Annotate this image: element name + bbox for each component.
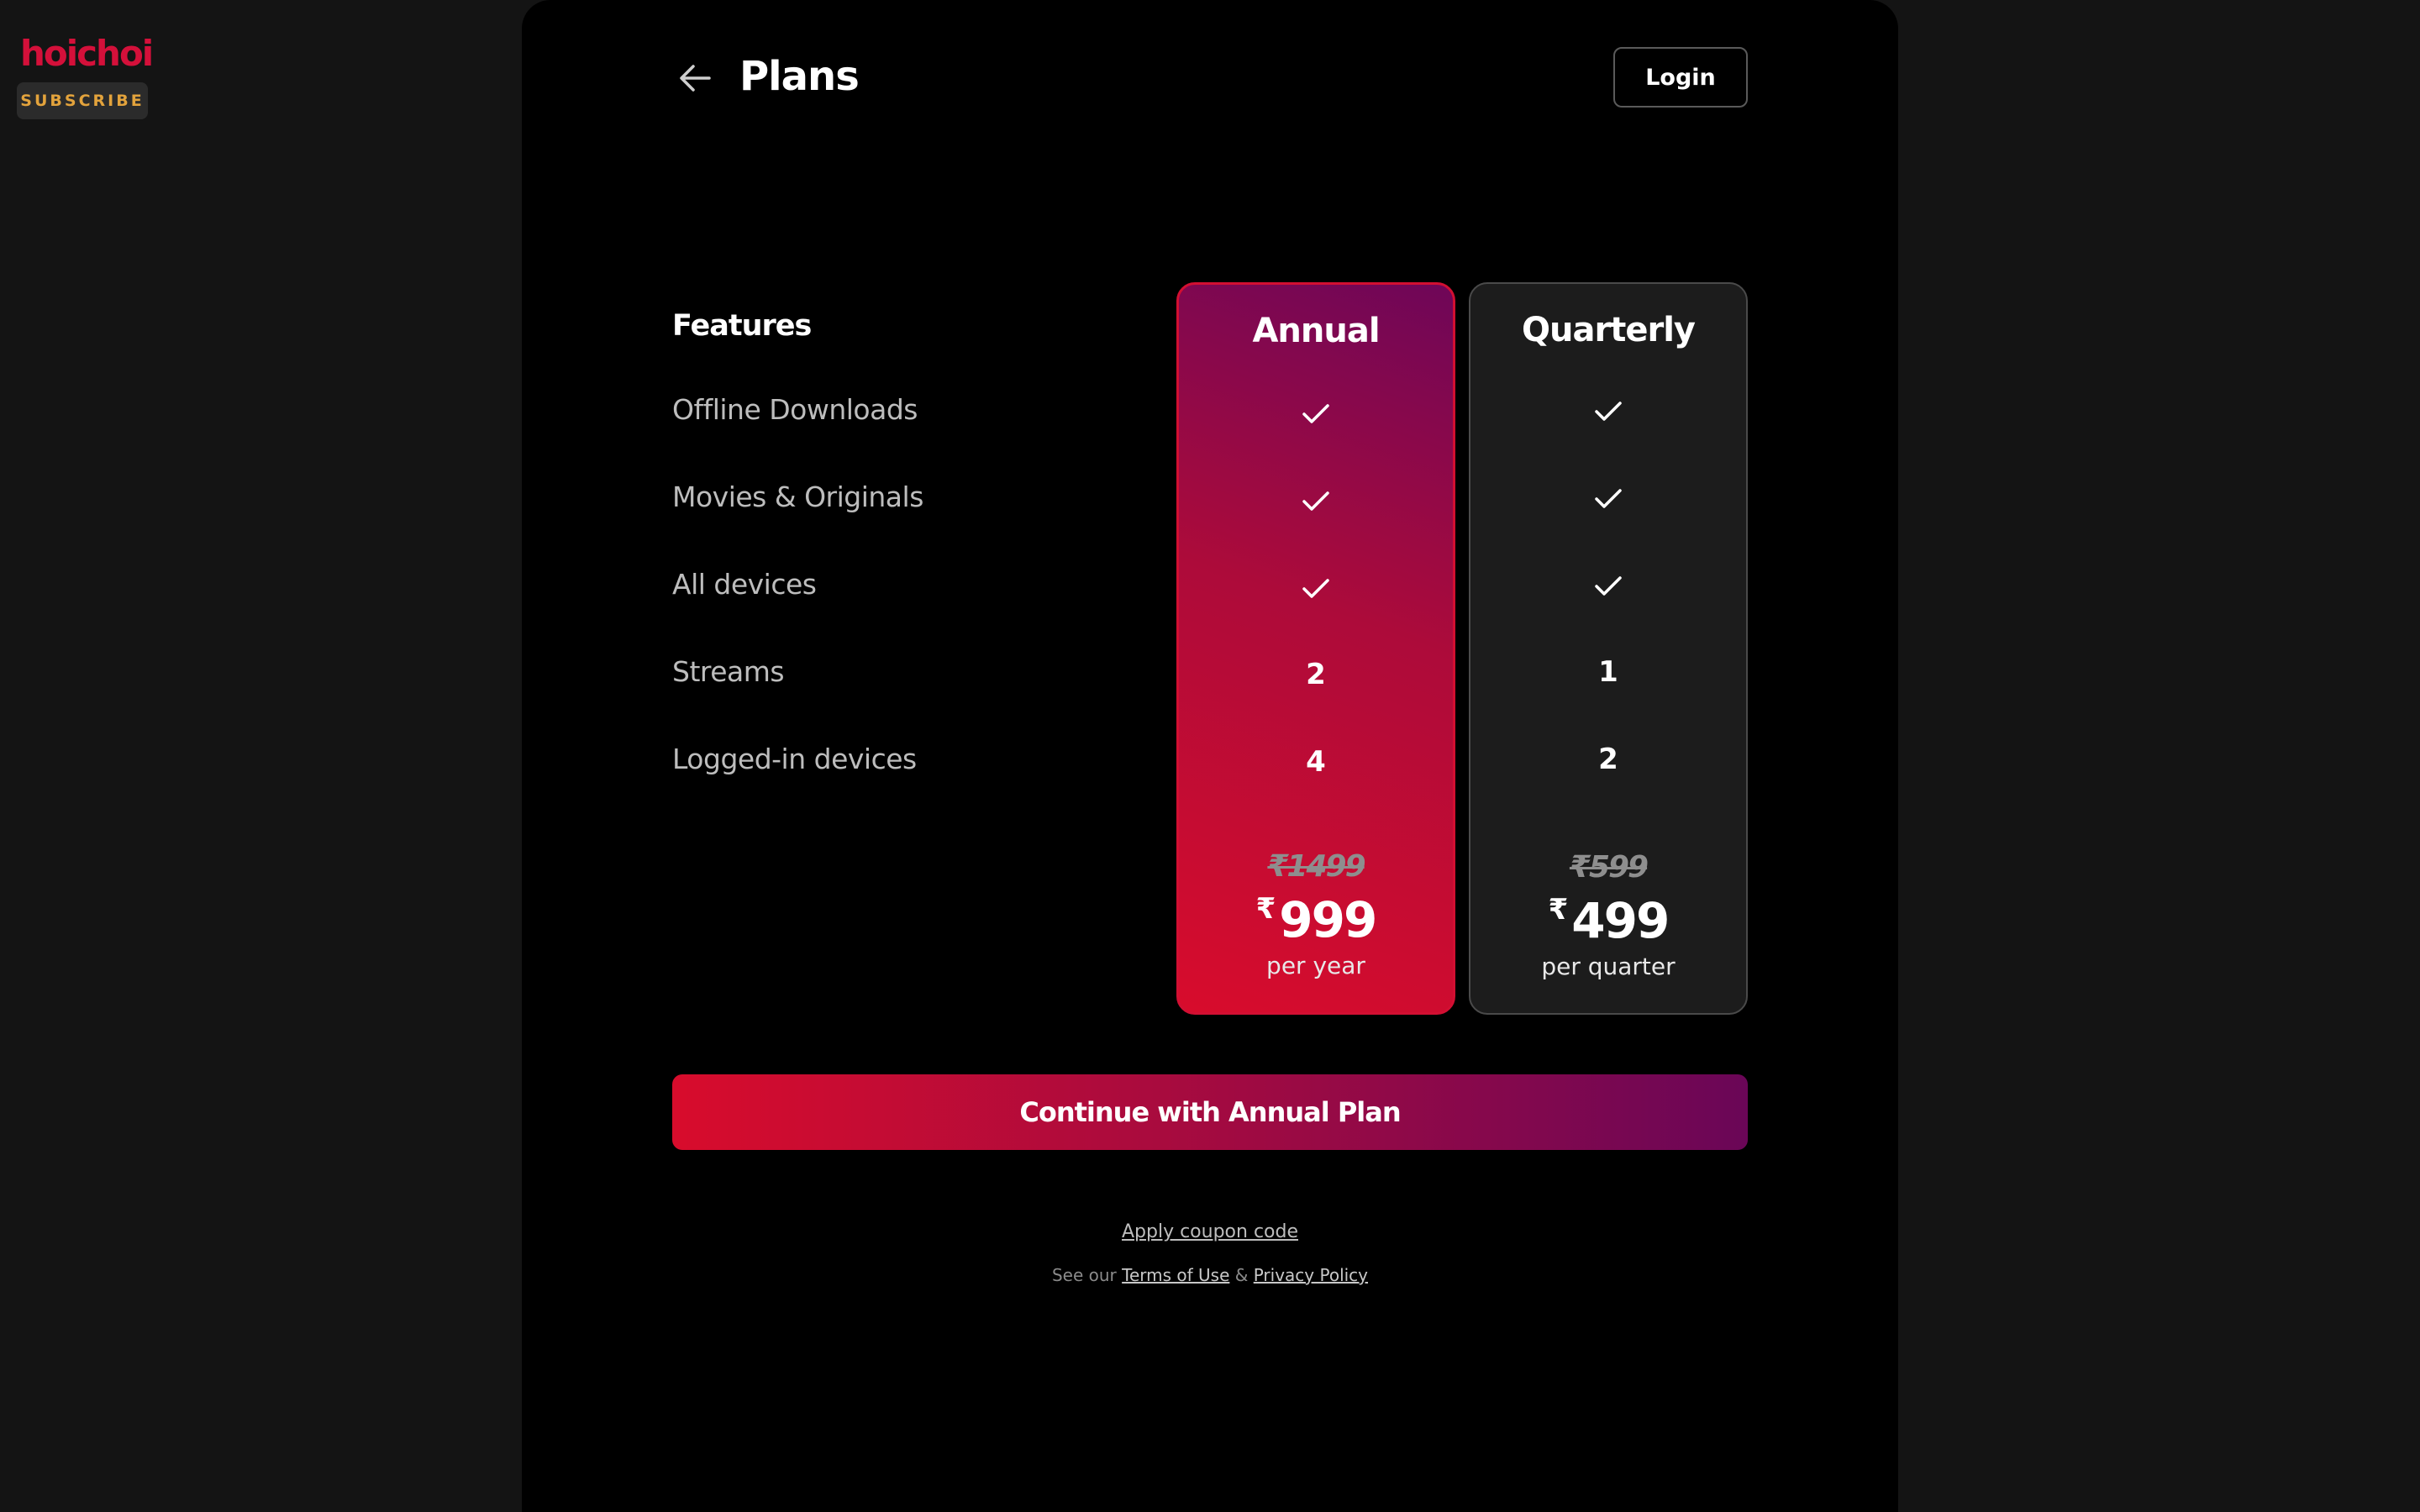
price-amount: 999	[1279, 891, 1377, 948]
back-button[interactable]	[676, 59, 714, 97]
features-heading: Features	[672, 309, 812, 343]
plan-name: Annual	[1252, 312, 1380, 350]
feature-all-devices: All devices	[672, 568, 817, 601]
check-icon	[1470, 480, 1746, 514]
legal-ampersand: &	[1234, 1265, 1249, 1285]
check-icon	[1179, 483, 1453, 517]
logged-in-devices-value: 4	[1306, 745, 1326, 779]
terms-of-use-link[interactable]: Terms of Use	[1122, 1265, 1229, 1285]
page-title: Plans	[739, 53, 860, 100]
feature-movies-originals: Movies & Originals	[672, 480, 923, 513]
feature-streams: Streams	[672, 655, 785, 688]
subscribe-button[interactable]: SUBSCRIBE	[17, 82, 148, 119]
check-icon	[1470, 393, 1746, 427]
check-icon	[1179, 570, 1453, 604]
feature-logged-in-devices: Logged-in devices	[672, 743, 917, 775]
arrow-left-icon	[680, 65, 711, 92]
plan-name: Quarterly	[1522, 311, 1696, 349]
check-icon	[1470, 568, 1746, 601]
hoichoi-logo[interactable]: hoichoi	[20, 32, 154, 76]
streams-value: 1	[1598, 655, 1618, 689]
current-price: ₹499	[1470, 892, 1746, 949]
legal-row: See our Terms of Use & Privacy Policy	[522, 1265, 1898, 1285]
price-amount: 499	[1571, 892, 1670, 949]
apply-coupon-link[interactable]: Apply coupon code	[1122, 1221, 1298, 1242]
streams-value: 2	[1306, 658, 1326, 691]
check-icon	[1179, 396, 1453, 429]
plan-card-quarterly[interactable]: Quarterly 1 2 ₹599 ₹499 per quarter	[1469, 282, 1748, 1015]
original-price: ₹599	[1569, 850, 1649, 885]
price-period: per quarter	[1541, 953, 1676, 980]
current-price: ₹999	[1179, 891, 1453, 948]
feature-offline-downloads: Offline Downloads	[672, 393, 918, 426]
coupon-row: Apply coupon code	[522, 1221, 1898, 1242]
plans-panel: Plans Login Features Offline Downloads M…	[522, 0, 1898, 1512]
logged-in-devices-value: 2	[1598, 743, 1618, 776]
currency-symbol: ₹	[1255, 892, 1276, 926]
original-price: ₹1499	[1267, 849, 1365, 884]
brand-block: hoichoi SUBSCRIBE	[17, 32, 154, 119]
price-period: per year	[1266, 952, 1365, 979]
currency-symbol: ₹	[1548, 893, 1569, 927]
continue-button[interactable]: Continue with Annual Plan	[672, 1074, 1748, 1150]
login-button[interactable]: Login	[1613, 47, 1748, 108]
plan-card-annual[interactable]: Annual 2 4 ₹1499 ₹999 per year	[1176, 282, 1455, 1015]
privacy-policy-link[interactable]: Privacy Policy	[1254, 1265, 1368, 1285]
legal-prefix: See our	[1051, 1265, 1117, 1285]
